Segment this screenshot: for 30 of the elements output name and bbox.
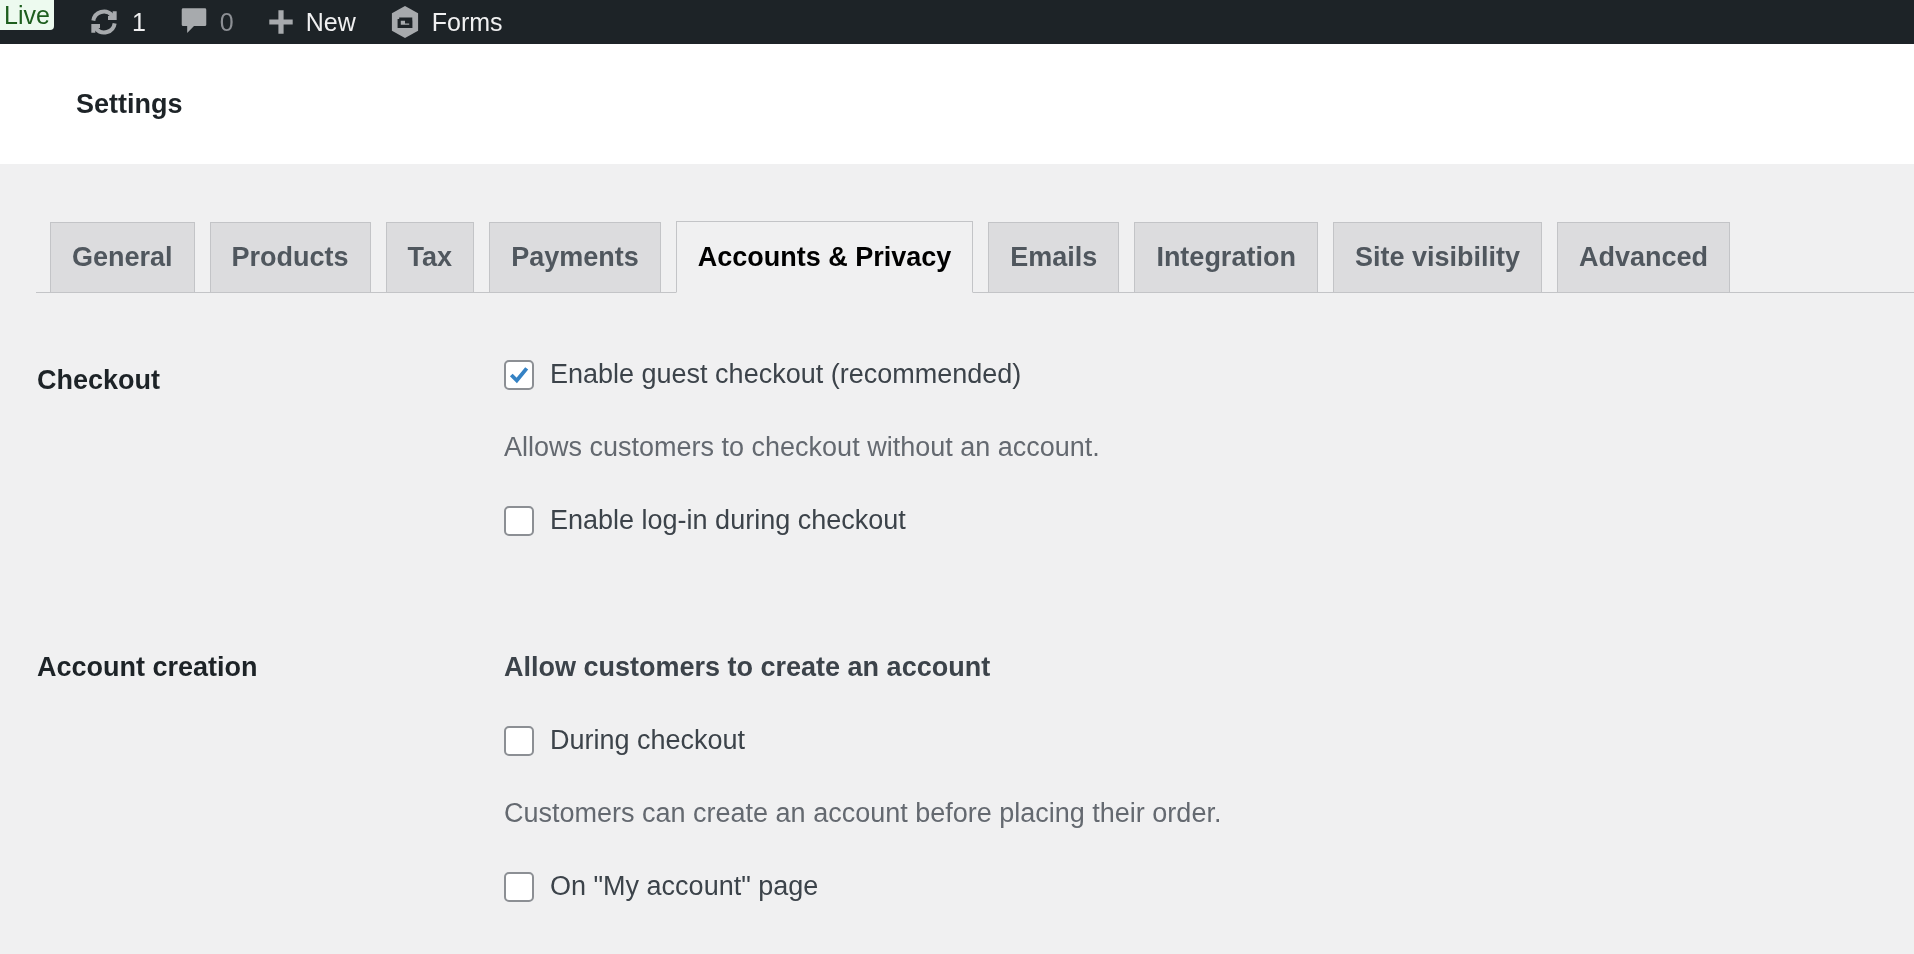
hexagon-logo-icon <box>389 6 420 38</box>
checkbox-label: On "My account" page <box>550 871 819 902</box>
settings-tab[interactable]: Advanced <box>1556 222 1730 292</box>
settings-tab[interactable]: Products <box>209 222 371 292</box>
settings-tab[interactable]: General <box>50 222 195 292</box>
page-title: Settings <box>76 88 183 120</box>
settings-tab[interactable]: Tax <box>385 222 475 292</box>
checkbox-label: Enable guest checkout (recommended) <box>550 359 1022 390</box>
settings-tab[interactable]: Emails <box>988 222 1120 292</box>
updates-link[interactable]: 1 <box>87 6 146 38</box>
plus-icon <box>267 9 294 35</box>
checkbox-label: During checkout <box>550 725 746 756</box>
live-badge: Live <box>0 0 54 30</box>
new-link[interactable]: New <box>267 7 356 37</box>
section-label: Account creation <box>37 651 259 684</box>
checkbox[interactable] <box>504 871 534 902</box>
settings-tab[interactable]: Accounts & Privacy <box>675 221 974 293</box>
section-label: Checkout <box>37 364 162 397</box>
comments-link[interactable]: 0 <box>179 7 234 37</box>
settings-tab[interactable]: Payments <box>489 222 661 292</box>
settings-tab[interactable]: Site visibility <box>1332 222 1542 292</box>
checkbox[interactable] <box>504 725 534 756</box>
settings-tab[interactable]: Integration <box>1134 222 1318 292</box>
description-text: Customers can create an account before placing their order. <box>504 798 1223 829</box>
description-text: Allows customers to checkout without an account. <box>504 432 1101 463</box>
checkbox[interactable] <box>504 505 534 536</box>
option-heading: Allow customers to create an account <box>504 651 992 683</box>
checkbox[interactable] <box>504 359 534 390</box>
forms-link[interactable]: Forms <box>389 6 503 38</box>
checkbox-label: Enable log-in during checkout <box>550 505 906 536</box>
